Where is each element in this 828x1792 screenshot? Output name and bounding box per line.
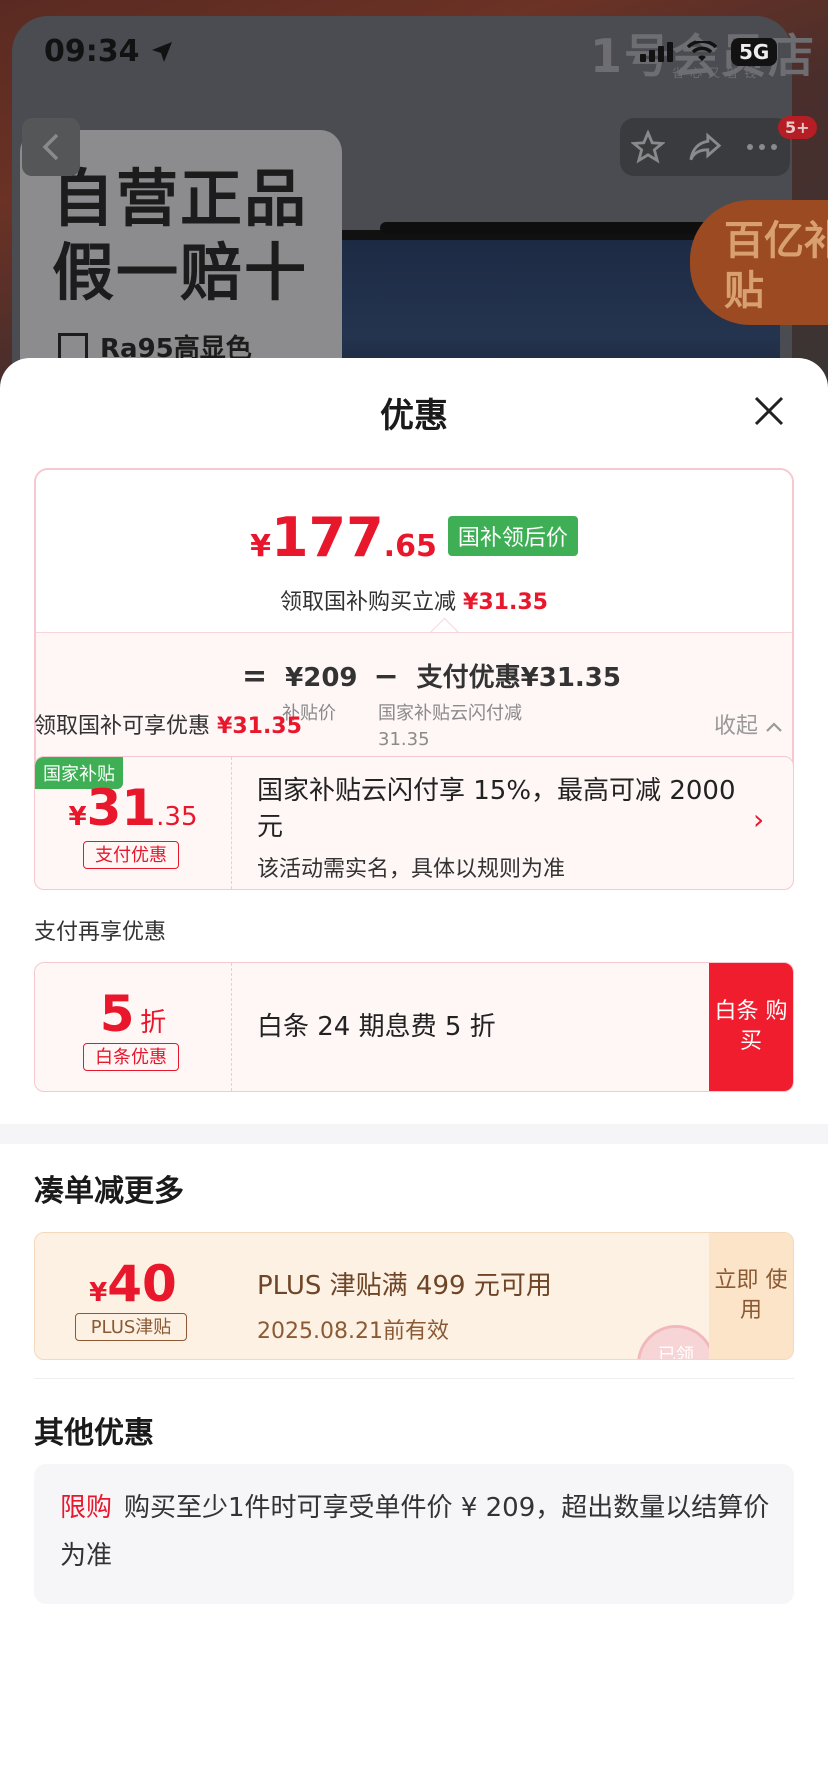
currency-symbol: ¥ [68,802,87,832]
close-icon[interactable] [752,394,786,428]
discount-value: 5 [99,985,135,1043]
price-decimal: .65 [383,529,437,564]
summary-top: ¥177.65 国补领后价 领取国补购买立减 ¥31.35 [36,470,792,632]
pay-more-label: 支付再享优惠 [34,920,167,945]
coupon-divider [231,963,232,1091]
sheet-title: 优惠 [380,396,448,436]
cellular-signal-icon [640,42,673,62]
subsidy-row-text: 领取国补可享优惠 [34,714,211,739]
limit-info-box: 限购 购买至少1件时可享受单件价 ¥ 209，超出数量以结算价为准 [34,1464,794,1604]
status-icons: 5G [640,38,778,66]
formula-line: = ¥209 − 支付优惠¥31.35 [242,657,621,694]
top-action-bar [620,118,790,176]
plus-date: 2025.08.21前有效 [257,1319,449,1344]
chevron-left-icon [42,133,59,161]
more-options-icon[interactable] [745,142,779,152]
minus-sign: − [373,659,399,694]
more-section-heading: 凑单减更多 [34,1174,184,1209]
discount-unit: 折 [140,1008,167,1038]
back-button[interactable] [22,118,80,176]
section-divider [34,1378,794,1379]
baitiao-buy-button[interactable]: 白条 购买 [709,963,793,1091]
discount-sheet: 优惠 ¥177.65 国补领后价 领取国补购买立减 ¥31.35 = ¥209 … [0,358,828,1792]
price-subtitle: 领取国补购买立减 ¥31.35 [36,584,792,616]
coupon-desc: 该活动需实名，具体以规则为准 [257,857,566,882]
national-subsidy-coupon[interactable]: 国家补贴 ¥31.35 支付优惠 国家补贴云闪付享 15%，最高可减 2000元… [34,756,794,890]
product-page-background: 自营正品 假一赔十 Ra95高显色 1号会员店 省心又省钱 09:34 5G 5… [0,0,828,380]
battery-indicator: 5G [731,38,778,66]
limit-label: 限购 [60,1493,113,1523]
plus-title: PLUS 津贴满 499 元可用 [257,1271,552,1301]
favorite-star-icon[interactable] [631,130,666,164]
plus-coupon: ¥40 PLUS津贴 PLUS 津贴满 499 元可用 2025.08.21前有… [34,1232,794,1360]
price-tag-badge: 国补领后价 [447,516,578,556]
section-gap [0,1124,828,1144]
price-integer: 177 [270,506,384,569]
chevron-right-icon: › [753,803,765,836]
coupon-title: 国家补贴云闪付享 15%，最高可减 2000元 [257,776,736,842]
coupon-amount: ¥31.35 [35,779,231,837]
amount-integer: 40 [107,1255,177,1313]
subtitle-amount: ¥31.35 [463,590,548,615]
coupon-type-tag: 白条优惠 [83,1043,179,1071]
brand-slogan: 省心又省钱 [672,66,763,80]
amount-decimal: .35 [156,802,198,832]
coupon-divider [231,757,232,889]
location-arrow-icon [152,42,172,62]
wifi-icon [687,41,717,61]
collapse-label: 收起 [714,714,759,739]
coupon-title: 白条 24 期息费 5 折 [257,1012,496,1042]
limit-text: 购买至少1件时可享受单件价 ¥ 209，超出数量以结算价为准 [60,1493,770,1571]
coupon-type-tag: PLUS津贴 [75,1313,187,1341]
subtitle-text: 领取国补购买立减 [280,590,457,615]
subsidy-row-amount: ¥31.35 [217,714,302,739]
final-price: ¥177.65 国补领后价 [36,506,792,569]
currency-symbol: ¥ [89,1278,108,1308]
equals-sign: = [242,659,268,694]
amount-integer: 31 [86,779,157,837]
limit-info: 限购 购买至少1件时可享受单件价 ¥ 209，超出数量以结算价为准 [60,1484,770,1580]
share-icon[interactable] [688,130,722,164]
notification-badge: 5+ [778,116,817,139]
pay-discount: 支付优惠¥31.35 [416,663,621,693]
base-price: ¥209 [285,663,358,693]
currency-symbol: ¥ [250,529,271,564]
claimed-stamp: 已领 [637,1325,715,1359]
collapse-toggle[interactable]: 收起 [714,708,783,740]
subsidy-row-label: 领取国补可享优惠 ¥31.35 [34,708,302,740]
coupon-type-tag: 支付优惠 [83,841,179,869]
baitiao-amount: 5 折 [35,985,231,1043]
product-lamp-bar [380,222,740,234]
use-now-button[interactable]: 立即 使用 [709,1233,793,1359]
subsidy-tag: 百亿补贴 [690,200,828,325]
plus-amount: ¥40 [35,1255,231,1313]
status-time: 09:34 [44,34,140,69]
promo-line-2: 假一赔十 [52,236,309,309]
chevron-up-icon [766,722,782,732]
baitiao-coupon: 5 折 白条优惠 白条 24 期息费 5 折 白条 购买 [34,962,794,1092]
pay-discount-caption: 国家补贴云闪付减 [378,703,522,724]
other-section-heading: 其他优惠 [34,1416,154,1451]
